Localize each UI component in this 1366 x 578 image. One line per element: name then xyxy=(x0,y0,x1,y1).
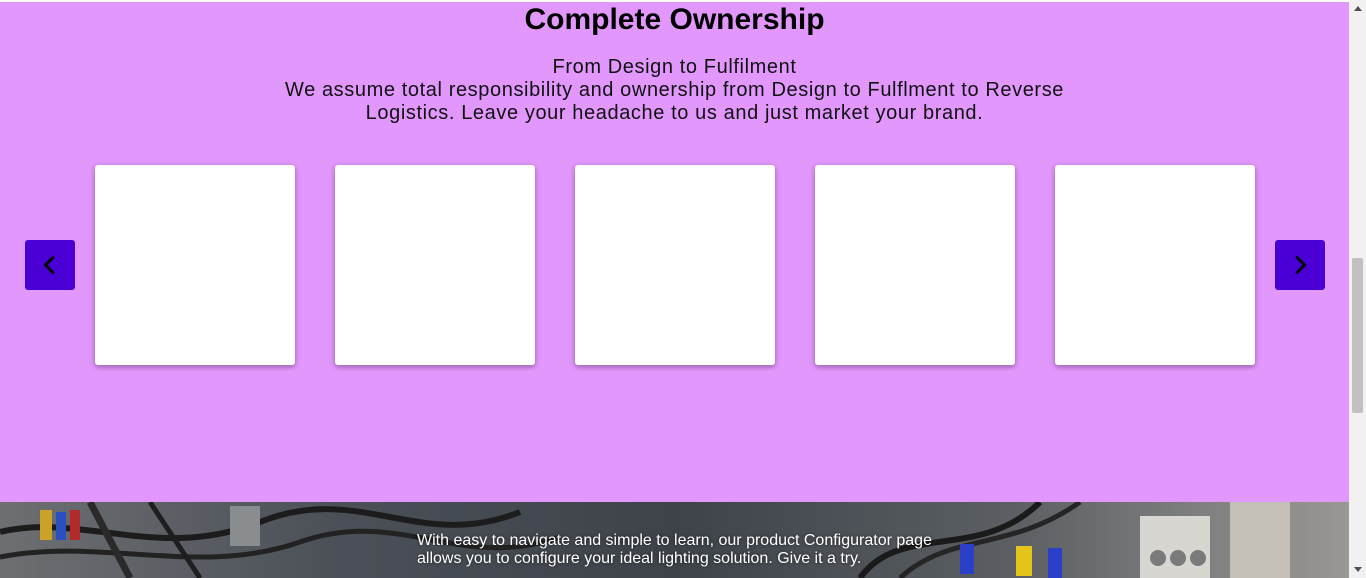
carousel-card-4[interactable] xyxy=(815,165,1015,365)
carousel-card-3[interactable] xyxy=(575,165,775,365)
configurator-section: With easy to navigate and simple to lear… xyxy=(0,502,1349,578)
carousel-next-button[interactable] xyxy=(1275,240,1325,290)
carousel-card-2[interactable] xyxy=(335,165,535,365)
carousel-card-5[interactable] xyxy=(1055,165,1255,365)
page-scrollbar[interactable] xyxy=(1349,0,1366,578)
chevron-left-icon xyxy=(43,255,55,275)
page: Complete Ownership From Design to Fulfil… xyxy=(0,0,1366,578)
section-subtitle: From Design to Fulfilment xyxy=(552,56,797,78)
configurator-description: With easy to navigate and simple to lear… xyxy=(417,532,932,567)
chevron-right-icon xyxy=(1295,255,1307,275)
section-description: We assume total responsibility and owner… xyxy=(284,79,1065,124)
carousel-card-1[interactable] xyxy=(95,165,295,365)
section-title: Complete Ownership xyxy=(524,3,825,36)
complete-ownership-section: Complete Ownership From Design to Fulfil… xyxy=(0,2,1349,502)
scrollbar-thumb[interactable] xyxy=(1352,258,1363,413)
scroll-up-arrow-icon[interactable] xyxy=(1349,0,1366,17)
carousel-prev-button[interactable] xyxy=(25,240,75,290)
scroll-down-arrow-icon[interactable] xyxy=(1349,561,1366,578)
